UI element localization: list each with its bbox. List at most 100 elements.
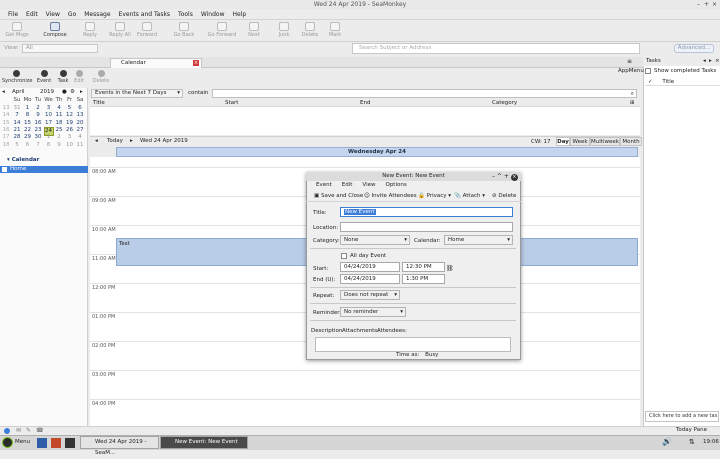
network-icon[interactable]: ⇅ [689, 438, 695, 446]
attach-button[interactable]: 📎 Attach ▾ [454, 193, 485, 199]
minical-day[interactable]: 8 [23, 112, 33, 119]
minical-day[interactable]: 1 [44, 134, 54, 141]
menu-message[interactable]: Message [84, 9, 110, 20]
desktop-icon[interactable] [37, 438, 47, 448]
minical-day[interactable]: 17 [44, 120, 54, 127]
minical-day[interactable]: 2 [33, 105, 43, 112]
close-icon[interactable]: × [711, 1, 718, 8]
menu-help[interactable]: Help [233, 9, 247, 20]
synchronize-button[interactable]: Synchronize [2, 70, 32, 84]
menu-edit[interactable]: Edit [26, 9, 38, 20]
menu-go[interactable]: Go [68, 9, 76, 20]
tasks-close-icon[interactable]: × [715, 57, 720, 66]
gear-icon[interactable]: ⚙ [70, 89, 75, 95]
dialog-maximize-icon[interactable]: + [504, 173, 509, 180]
minical-day[interactable]: 19 [65, 120, 75, 127]
calendar-item-home[interactable]: Home [0, 166, 88, 173]
minical-day[interactable]: 30 [33, 134, 43, 141]
minical-day[interactable]: 3 [44, 105, 54, 112]
location-input[interactable] [340, 222, 513, 232]
link-times-icon[interactable]: ⛓ [446, 265, 454, 272]
minical-day[interactable]: 25 [54, 127, 64, 134]
privacy-button[interactable]: 🔒 Privacy ▾ [418, 193, 451, 199]
category-select[interactable]: None [340, 235, 410, 245]
menu-view[interactable]: View [46, 9, 60, 20]
menu-events-tasks[interactable]: Events and Tasks [119, 9, 171, 20]
dialog-menu-edit[interactable]: Edit [342, 181, 353, 190]
minical-day[interactable]: 23 [33, 127, 43, 134]
minical-day[interactable]: 10 [44, 112, 54, 119]
go-back-button[interactable]: Go Back [172, 20, 196, 42]
taskbar-app-seamonkey[interactable]: Wed 24 Apr 2019 - SeaM... [80, 436, 159, 456]
dialog-restore-icon[interactable]: ^ [497, 173, 502, 180]
dialog-menu-view[interactable]: View [362, 181, 375, 190]
minical-day[interactable]: 18 [54, 120, 64, 127]
minical-day[interactable]: 22 [23, 127, 33, 134]
column-start[interactable]: Start [225, 100, 238, 106]
appmenu-button[interactable]: AppMenu [618, 68, 644, 74]
minical-year[interactable]: 2019 [40, 89, 54, 95]
mint-menu-icon[interactable] [2, 437, 13, 448]
editor-icon[interactable]: ✎ [26, 427, 31, 434]
delete-event-button[interactable]: Delete [92, 70, 110, 84]
minical-day[interactable]: 12 [65, 112, 75, 119]
menu-tools[interactable]: Tools [178, 9, 193, 20]
browser-icon[interactable] [51, 438, 61, 448]
tab-description[interactable]: Description [311, 327, 342, 335]
minical-day[interactable]: 11 [75, 142, 85, 149]
calendar-select[interactable]: Home [444, 235, 513, 245]
show-completed-toggle[interactable]: Show completed Tasks [645, 68, 716, 74]
new-event-button[interactable]: Event [36, 70, 52, 84]
time-as-value[interactable]: Busy [425, 352, 438, 358]
tab-day[interactable]: Day [556, 137, 570, 146]
reply-button[interactable]: Reply [80, 20, 100, 42]
add-task-input[interactable]: Click here to add a new tas [645, 411, 719, 422]
minical-day[interactable]: 10 [65, 142, 75, 149]
minical-day[interactable]: 4 [75, 134, 85, 141]
get-msgs-button[interactable]: Get Msgs [4, 20, 30, 42]
minical-day[interactable]: 15 [23, 120, 33, 127]
task-title-column[interactable]: ✓ Title [645, 79, 720, 86]
home-checkbox[interactable] [2, 167, 7, 172]
tab-calendar[interactable]: Calendar × [110, 58, 202, 68]
tab-month[interactable]: Month [620, 137, 642, 146]
delete-event-dlg-button[interactable]: ⊘ Delete [492, 193, 516, 199]
column-end[interactable]: End [360, 100, 370, 106]
today-dot-icon[interactable]: ● [62, 89, 67, 95]
save-close-button[interactable]: ▣ Save and Close [314, 193, 363, 199]
prev-day-icon[interactable]: ◂ [95, 138, 98, 144]
today-button[interactable]: Today [107, 138, 123, 144]
column-category[interactable]: Category [492, 100, 517, 106]
next-day-icon[interactable]: ▸ [130, 138, 133, 144]
invite-attendees-button[interactable]: ☺ Invite Attendees [364, 193, 417, 199]
event-filter-select[interactable]: Events in the Next 7 Days [91, 89, 183, 98]
reminder-select[interactable]: No reminder [340, 307, 406, 317]
minical-day[interactable]: 21 [12, 127, 22, 134]
minical-day[interactable]: 6 [23, 142, 33, 149]
repeat-select[interactable]: Does not repeat [340, 290, 400, 300]
search-messages-input[interactable]: Search Subject or Address [352, 43, 640, 54]
minical-day[interactable]: 9 [54, 142, 64, 149]
tasks-next-icon[interactable]: ▸ [709, 57, 712, 66]
minical-day[interactable]: 7 [33, 142, 43, 149]
minical-day[interactable]: 26 [65, 127, 75, 134]
dialog-minimize-icon[interactable]: – [492, 173, 495, 180]
delete-button[interactable]: Delete [300, 20, 320, 42]
minical-day[interactable]: 11 [54, 112, 64, 119]
start-time-input[interactable]: 12:30 PM [402, 262, 445, 272]
dialog-close-icon[interactable]: × [510, 174, 518, 181]
menu-window[interactable]: Window [201, 9, 225, 20]
menu-button[interactable]: Menu [15, 439, 30, 445]
end-time-input[interactable]: 1:30 PM [402, 274, 445, 284]
description-textarea[interactable] [315, 337, 511, 352]
tab-multiweek[interactable]: Multiweek [590, 137, 620, 146]
column-picker-icon[interactable]: ⊞ [630, 100, 635, 106]
minical-day[interactable]: 27 [75, 127, 85, 134]
maximize-icon[interactable]: + [703, 1, 710, 8]
minical-day[interactable]: 14 [12, 120, 22, 127]
minical-day[interactable]: 29 [23, 134, 33, 141]
minical-day[interactable]: 5 [12, 142, 22, 149]
terminal-icon[interactable] [65, 438, 75, 448]
minical-day[interactable]: 13 [75, 112, 85, 119]
next-button[interactable]: Next [246, 20, 262, 42]
